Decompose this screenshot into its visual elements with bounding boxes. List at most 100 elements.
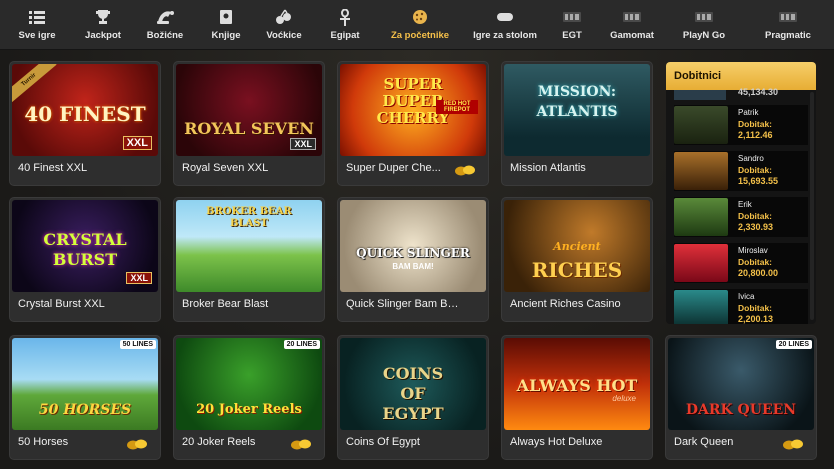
nav-label: Igre za stolom bbox=[473, 30, 537, 41]
winner-row[interactable]: Ivica Dobitak: 2,200.13 bbox=[674, 289, 808, 324]
nav-label: Egipat bbox=[330, 30, 360, 41]
nav-label: PlayN Go bbox=[682, 30, 726, 41]
game-tile[interactable]: SUPER DUPER CHERRY RED HOT FIREPOT Super… bbox=[338, 62, 488, 185]
game-title: Crystal Burst XXL bbox=[18, 298, 105, 310]
game-tile[interactable]: CRYSTAL BURST XXL Crystal Burst XXL bbox=[10, 198, 160, 321]
game-title: 20 Joker Reels bbox=[182, 436, 256, 448]
game-thumbnail: CRYSTAL BURST XXL bbox=[12, 200, 158, 292]
game-title: Mission Atlantis bbox=[510, 162, 586, 174]
nav-item-jackpot[interactable]: Jackpot bbox=[74, 0, 132, 49]
game-thumbnail: QUICK SLINGER BAM BAM! bbox=[340, 200, 486, 292]
game-tile[interactable]: MISSION: ATLANTIS Mission Atlantis bbox=[502, 62, 652, 185]
nav-item-egt[interactable]: EGT bbox=[546, 0, 598, 49]
nav-item-playngo[interactable]: PlayN Go bbox=[666, 0, 742, 49]
game-thumbnail: Turnir 40 FINEST XXL bbox=[12, 64, 158, 156]
nav-item-egipat[interactable]: Egipat bbox=[314, 0, 376, 49]
lines-badge: 50 LINES bbox=[119, 340, 156, 349]
winner-name: Patrik bbox=[738, 108, 759, 117]
game-thumbnail: COINS OF EGYPT bbox=[340, 338, 486, 430]
winner-row[interactable]: Patrik Dobitak: 2,112.46 bbox=[674, 105, 808, 145]
nav-item-gamomat[interactable]: Gamomat bbox=[598, 0, 666, 49]
winner-label: Dobitak: bbox=[738, 211, 772, 221]
winner-row[interactable]: Miroslav Dobitak: 20,800.00 bbox=[674, 243, 808, 283]
winner-amount: 20,800.00 bbox=[738, 268, 779, 278]
game-tile[interactable]: 20 LINES DARK QUEEN Dark Queen bbox=[666, 336, 816, 459]
santa-hat-icon bbox=[155, 8, 175, 26]
game-thumbnail: SUPER DUPER CHERRY RED HOT FIREPOT bbox=[340, 64, 486, 156]
nav-item-bozicne[interactable]: Božićne bbox=[132, 0, 198, 49]
winner-row-partial: 45,134.30 bbox=[674, 87, 802, 100]
game-thumbnail: 20 LINES DARK QUEEN bbox=[668, 338, 814, 430]
thumbnail-subtitle: BAM BAM! bbox=[392, 262, 434, 271]
nav-label: Božićne bbox=[146, 30, 184, 41]
thumbnail-title: MISSION: ATLANTIS bbox=[536, 84, 618, 120]
game-title: 40 Finest XXL bbox=[18, 162, 88, 174]
thumbnail-title: QUICK SLINGER bbox=[356, 246, 470, 260]
winner-name: Erik bbox=[738, 200, 752, 209]
list-icon bbox=[27, 8, 47, 26]
game-tile[interactable]: BROKER BEAR BLAST Broker Bear Blast bbox=[174, 198, 324, 321]
nav-item-knjige[interactable]: Knjige bbox=[198, 0, 254, 49]
nav-item-pragmatic[interactable]: Pragmatic bbox=[742, 0, 834, 49]
thumbnail-title: ROYAL SEVEN bbox=[184, 119, 314, 138]
game-thumbnail: 50 LINES 50 HORSES bbox=[12, 338, 158, 430]
thumbnail-title: 50 HORSES bbox=[38, 402, 132, 418]
nav-item-sve-igre[interactable]: Sve igre bbox=[0, 0, 74, 49]
winner-label: Dobitak: bbox=[738, 257, 772, 267]
thumbnail-subtitle: deluxe bbox=[612, 394, 636, 403]
nav-label: Voćkice bbox=[266, 30, 302, 41]
game-title: Dark Queen bbox=[674, 436, 734, 448]
game-tile[interactable]: Turnir 40 FINEST XXL 40 Finest XXL bbox=[10, 62, 160, 185]
nav-label: Jackpot bbox=[85, 30, 121, 41]
winner-row[interactable]: Erik Dobitak: 2,330.93 bbox=[674, 197, 808, 237]
winner-game-thumbnail bbox=[674, 198, 728, 236]
game-tile[interactable]: ROYAL SEVEN XXL Royal Seven XXL bbox=[174, 62, 324, 185]
game-tile[interactable]: 20 LINES 20 Joker Reels 20 Joker Reels bbox=[174, 336, 324, 459]
nav-label: Knjige bbox=[211, 30, 241, 41]
lines-badge: 20 LINES bbox=[775, 340, 812, 349]
winner-label: Dobitak: bbox=[738, 119, 772, 129]
game-tile[interactable]: ALWAYS HOT deluxe Always Hot Deluxe bbox=[502, 336, 652, 459]
thumbnail-title: 20 Joker Reels bbox=[196, 402, 302, 417]
game-title: Super Duper Che... bbox=[346, 162, 441, 174]
nav-item-igre-za-stolom[interactable]: Igre za stolom bbox=[464, 0, 546, 49]
winner-game-thumbnail bbox=[674, 290, 728, 324]
lines-badge: 20 LINES bbox=[283, 340, 320, 349]
coins-icon bbox=[454, 163, 476, 176]
game-tile[interactable]: COINS OF EGYPT Coins Of Egypt bbox=[338, 336, 488, 459]
thumbnail-subtitle: Ancient bbox=[553, 240, 601, 253]
cookie-icon bbox=[410, 8, 430, 26]
winner-game-thumbnail bbox=[674, 106, 728, 144]
thumbnail-title: CRYSTAL BURST bbox=[43, 230, 127, 269]
thumbnail-badge: RED HOT FIREPOT bbox=[436, 100, 478, 114]
winner-name: Ivica bbox=[738, 292, 755, 301]
pragmatic-logo-icon bbox=[778, 8, 798, 26]
winner-label: Dobitak: bbox=[738, 165, 772, 175]
thumbnail-badge: XXL bbox=[126, 272, 152, 284]
winner-name: Sandro bbox=[738, 154, 764, 163]
winner-game-thumbnail bbox=[674, 244, 728, 282]
winner-amount: 45,134.30 bbox=[738, 87, 779, 97]
winner-name: Miroslav bbox=[738, 246, 768, 255]
game-tile[interactable]: Ancient RICHES Ancient Riches Casino bbox=[502, 198, 652, 321]
winners-scrollbar[interactable] bbox=[810, 92, 814, 320]
game-title: Coins Of Egypt bbox=[346, 436, 420, 448]
game-tile[interactable]: 50 LINES 50 HORSES 50 Horses bbox=[10, 336, 160, 459]
trophy-icon bbox=[93, 8, 113, 26]
winner-amount: 15,693.55 bbox=[738, 176, 779, 186]
thumbnail-title: DARK QUEEN bbox=[685, 402, 797, 418]
ankh-icon bbox=[335, 8, 355, 26]
playngo-logo-icon bbox=[694, 8, 714, 26]
nav-item-za-pocetnike[interactable]: Za početnike bbox=[376, 0, 464, 49]
tournament-ribbon: Turnir bbox=[12, 64, 57, 105]
chip-icon bbox=[495, 8, 515, 26]
game-tile[interactable]: QUICK SLINGER BAM BAM! Quick Slinger Bam… bbox=[338, 198, 488, 321]
thumbnail-badge: XXL bbox=[290, 138, 316, 150]
egt-logo-icon bbox=[562, 8, 582, 26]
winners-panel: Dobitnici 45,134.30 Patrik Dobitak: 2,11… bbox=[666, 62, 816, 324]
game-title: Always Hot Deluxe bbox=[510, 436, 603, 448]
winner-row[interactable]: Sandro Dobitak: 15,693.55 bbox=[674, 151, 808, 191]
nav-label: Pragmatic bbox=[765, 30, 811, 41]
nav-item-vockice[interactable]: Voćkice bbox=[254, 0, 314, 49]
thumbnail-title: RICHES bbox=[531, 258, 623, 282]
